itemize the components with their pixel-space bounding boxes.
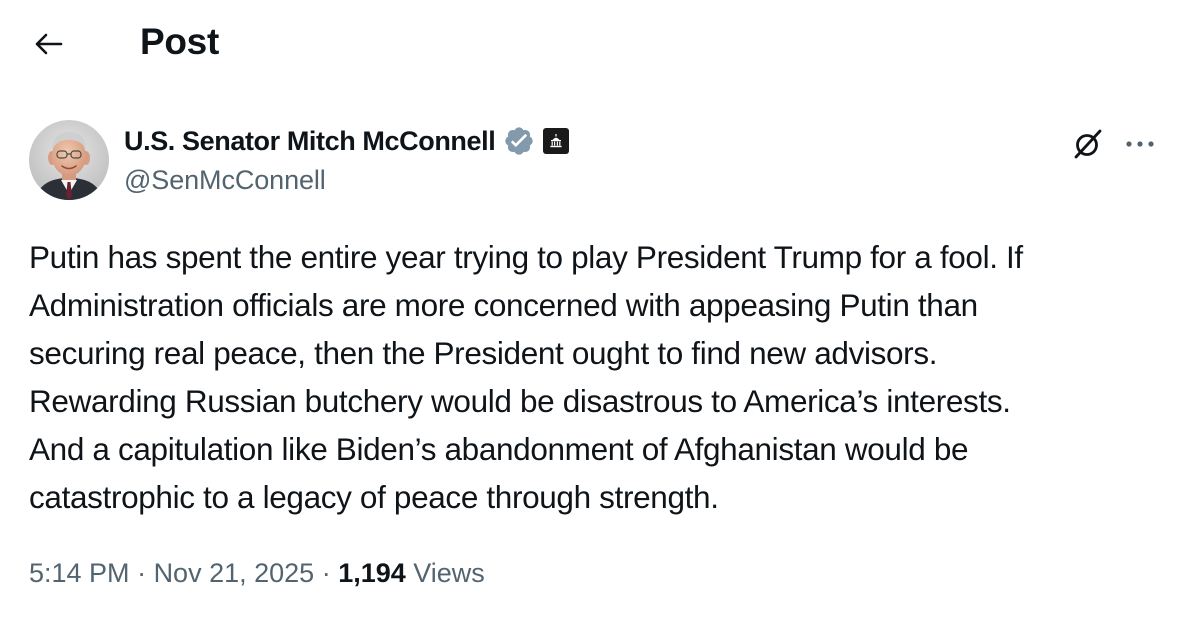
author-name[interactable]: U.S. Senator Mitch McConnell [124, 126, 496, 157]
post-text: Putin has spent the entire year trying t… [29, 239, 1023, 515]
avatar-image [29, 120, 109, 200]
page-header: Post [0, 0, 1184, 88]
views-label: Views [405, 558, 485, 588]
grok-button[interactable] [1068, 124, 1108, 164]
capitol-building-icon[interactable] [543, 128, 570, 154]
author-handle[interactable]: @SenMcConnell [124, 162, 326, 198]
page-title: Post [140, 21, 219, 62]
grok-icon [1074, 129, 1102, 159]
meta-separator: · [314, 558, 339, 588]
views-link[interactable]: 1,194 Views [338, 558, 485, 588]
more-button[interactable] [1120, 124, 1160, 164]
views-count: 1,194 [338, 558, 406, 588]
avatar[interactable] [29, 120, 109, 200]
verified-badge-icon[interactable] [503, 125, 535, 157]
post-time: 5:14 PM [29, 558, 130, 588]
post-time-link[interactable]: 5:14 PM · Nov 21, 2025 [29, 558, 314, 588]
author-name-row: U.S. Senator Mitch McConnell [124, 122, 570, 160]
arrow-left-icon [35, 33, 63, 55]
post-date: Nov 21, 2025 [153, 558, 315, 588]
back-button[interactable] [26, 24, 70, 64]
meta-separator: · [129, 558, 154, 588]
more-dots-icon [1126, 141, 1154, 147]
post-meta: 5:14 PM · Nov 21, 2025 · 1,194 Views [29, 553, 485, 593]
